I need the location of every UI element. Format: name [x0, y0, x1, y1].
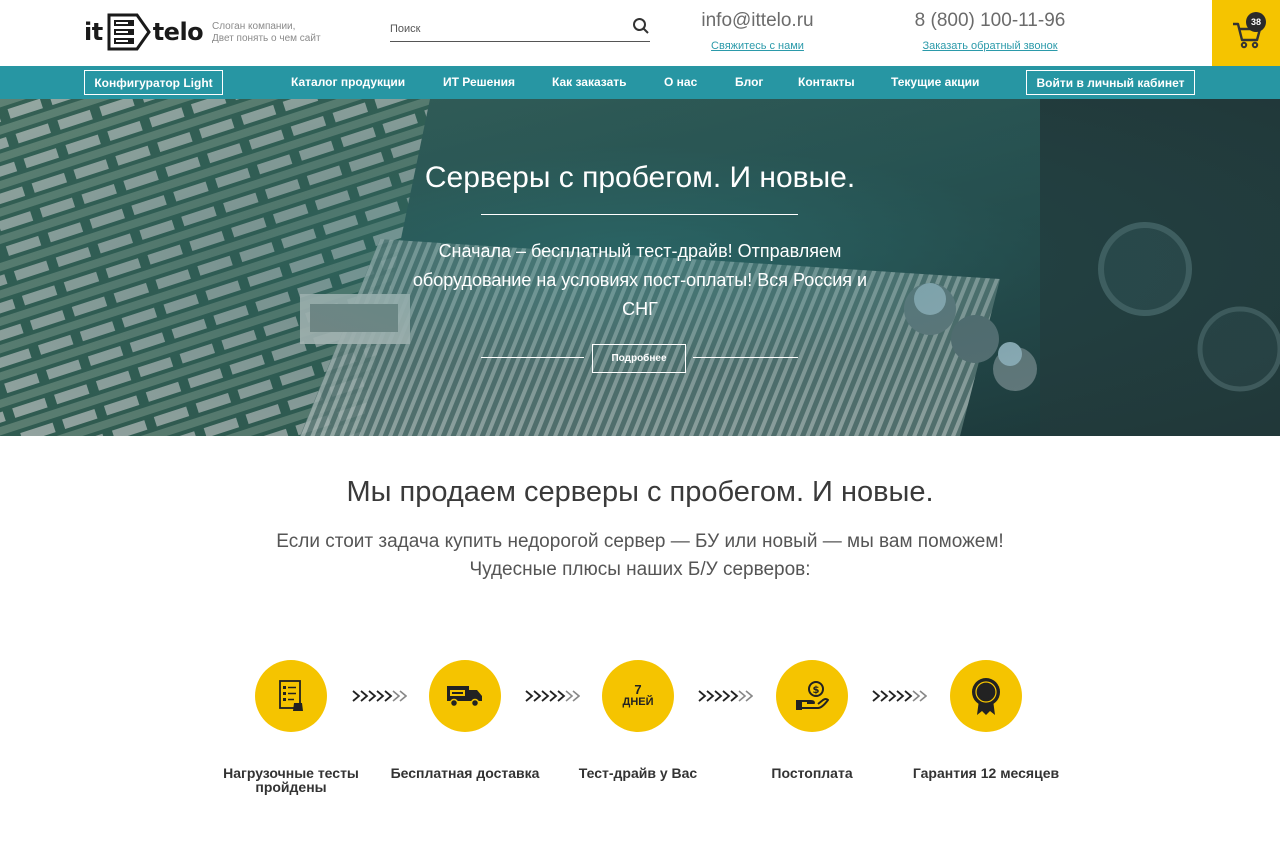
days-unit: ДНЕЙ [622, 696, 654, 708]
feature-label: Бесплатная доставка [390, 765, 540, 781]
main-title: Мы продаем серверы с пробегом. И новые. [346, 476, 934, 508]
phone-number[interactable]: 8 (800) 100-11-96 [905, 10, 1075, 32]
hero-description: Сначала – бесплатный тест-драйв! Отправл… [412, 241, 868, 319]
configurator-button[interactable]: Конфигуратор Light [84, 70, 223, 95]
medal-icon [972, 678, 1000, 715]
slogan: Слоган компании, Двет понять о чем сайт [212, 21, 321, 45]
feature-circle [429, 660, 501, 732]
contact-phone: 8 (800) 100-11-96 Заказать обратный звон… [905, 10, 1075, 52]
feature-circle [255, 660, 327, 732]
nav-item-how-to-order[interactable]: Как заказать [552, 75, 627, 89]
contact-us-link[interactable]: Свяжитесь с нами [690, 40, 825, 52]
logo-text-telo: telo [152, 18, 204, 46]
7-days-icon: 7 ДНЕЙ [622, 682, 654, 708]
nav-item-about[interactable]: О нас [664, 75, 697, 89]
feature-circle: 7 ДНЕЙ [602, 660, 674, 732]
callback-link[interactable]: Заказать обратный звонок [905, 40, 1075, 52]
svg-text:$: $ [813, 685, 820, 696]
nav-item-catalog[interactable]: Каталог продукции [291, 75, 405, 89]
free-truck-icon [447, 686, 482, 708]
feature-postpayment: $ Постоплата [737, 660, 887, 780]
feature-circle: $ [776, 660, 848, 732]
hero-banner: Серверы с пробегом. И новые. Сначала – б… [0, 99, 1280, 436]
logo-text-it: it [84, 18, 103, 46]
hero-line-left [481, 357, 584, 358]
main-subtitle: Если стоит задача купить недорогой серве… [0, 528, 1280, 584]
cart-button[interactable] [1212, 0, 1280, 66]
main-subtitle-line-1: Если стоит задача купить недорогой серве… [276, 531, 1004, 552]
email-address[interactable]: info@ittelo.ru [690, 10, 825, 32]
nav-item-contacts[interactable]: Контакты [798, 75, 855, 89]
search-input[interactable] [390, 14, 620, 40]
logo[interactable]: it telo [84, 12, 204, 52]
search-box [390, 14, 650, 42]
days-number: 7 [634, 682, 642, 697]
hero-title: Серверы с пробегом. И новые. [424, 161, 856, 194]
main-subtitle-line-2: Чудесные плюсы наших Б/У серверов: [469, 559, 811, 580]
slogan-line-1: Слоган компании, [212, 21, 296, 32]
hand-money-icon: $ [796, 681, 829, 710]
feature-label: Нагрузочные тесты пройдены [223, 765, 359, 795]
feature-warranty: Гарантия 12 месяцев [911, 660, 1061, 780]
cart-count-badge: 38 [1246, 12, 1266, 32]
nav-item-promotions[interactable]: Текущие акции [891, 75, 979, 89]
search-icon[interactable] [632, 17, 650, 35]
nav-item-blog[interactable]: Блог [735, 75, 763, 89]
feature-label: Постоплата [771, 765, 853, 781]
feature-free-delivery: Бесплатная доставка [390, 660, 540, 780]
main-nav: Конфигуратор Light Каталог продукции ИТ … [0, 66, 1280, 99]
header: it telo Слоган компании, Двет понять о ч… [0, 0, 1280, 66]
checklist-icon [279, 680, 303, 711]
feature-circle [950, 660, 1022, 732]
nav-item-it-solutions[interactable]: ИТ Решения [443, 75, 515, 89]
feature-label: Гарантия 12 месяцев [912, 765, 1060, 781]
server-logo-icon [107, 13, 151, 51]
login-cabinet-button[interactable]: Войти в личный кабинет [1026, 70, 1195, 95]
contact-email: info@ittelo.ru Свяжитесь с нами [690, 10, 825, 52]
more-button[interactable]: Подробнее [592, 344, 686, 373]
slogan-line-2: Двет понять о чем сайт [212, 33, 321, 44]
feature-test-drive: 7 ДНЕЙ Тест-драйв у Вас [563, 660, 713, 780]
feature-load-tests: Нагрузочные тесты пройдены [216, 660, 366, 794]
hero-line-right [693, 357, 798, 358]
feature-label: Тест-драйв у Вас [578, 765, 698, 781]
hero-divider [481, 214, 798, 215]
